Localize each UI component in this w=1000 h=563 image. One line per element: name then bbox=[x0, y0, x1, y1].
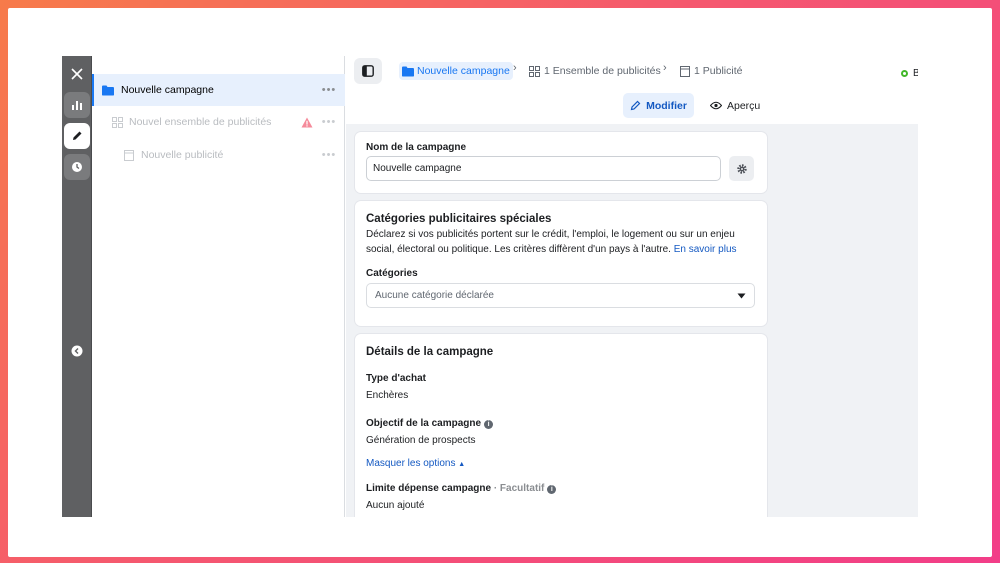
folder-icon bbox=[402, 66, 414, 76]
tree-item-label: Nouvelle publicité bbox=[141, 149, 224, 161]
more-options-icon[interactable]: ••• bbox=[319, 84, 339, 96]
tree-item-campaign[interactable]: Nouvelle campagne ••• bbox=[92, 74, 345, 106]
objective-value: Génération de prospects bbox=[366, 435, 476, 446]
ad-page-icon bbox=[124, 149, 134, 161]
close-icon bbox=[71, 68, 83, 80]
warning-icon bbox=[301, 117, 313, 127]
hide-options-link[interactable]: Masquer les options ▲ bbox=[366, 458, 465, 469]
tree-item-adset[interactable]: Nouvel ensemble de publicités ••• bbox=[92, 106, 345, 138]
eye-icon bbox=[710, 101, 722, 110]
caret-down-icon bbox=[737, 293, 746, 298]
spend-limit-label: Limite dépense campagne · Facultatif i bbox=[366, 483, 557, 494]
breadcrumb-adset-label: 1 Ensemble de publicités bbox=[544, 65, 661, 77]
learn-more-link[interactable]: En savoir plus bbox=[674, 244, 737, 255]
reports-button[interactable] bbox=[64, 92, 90, 118]
optional-tag: · Facultatif bbox=[493, 483, 545, 494]
special-categories-description: Déclarez si vos publicités portent sur l… bbox=[366, 227, 756, 257]
status-initial: B bbox=[913, 68, 918, 79]
campaign-name-label: Nom de la campagne bbox=[366, 142, 467, 153]
chevron-right-icon: › bbox=[663, 62, 667, 74]
main-editor: Nouvelle campagne › 1 Ensemble de public… bbox=[346, 56, 918, 517]
buying-type-value: Enchères bbox=[366, 390, 409, 401]
preview-button[interactable]: Aperçu bbox=[704, 93, 766, 118]
special-categories-card: Catégories publicitaires spéciales Décla… bbox=[355, 201, 767, 326]
history-button[interactable] bbox=[64, 154, 90, 180]
breadcrumb-campaign[interactable]: Nouvelle campagne bbox=[399, 62, 513, 80]
objective-label-text: Objectif de la campagne bbox=[366, 418, 482, 429]
buying-type-label: Type d'achat bbox=[366, 373, 426, 384]
objective-label: Objectif de la campagne i bbox=[366, 418, 494, 429]
folder-icon bbox=[102, 85, 114, 95]
pencil-icon bbox=[630, 100, 641, 111]
campaign-name-card: Nom de la campagne bbox=[355, 132, 767, 193]
adset-grid-icon bbox=[529, 65, 540, 77]
categories-label: Catégories bbox=[366, 268, 418, 279]
spend-limit-label-text: Limite dépense campagne bbox=[366, 483, 492, 494]
editor-content: Nom de la campagne Catégories publicitai… bbox=[346, 124, 918, 517]
caret-up-icon: ▲ bbox=[458, 461, 466, 468]
sidebar-toggle-icon bbox=[362, 65, 374, 77]
breadcrumb-ad-label: 1 Publicité bbox=[694, 65, 743, 77]
editor-topbar: Nouvelle campagne › 1 Ensemble de public… bbox=[346, 56, 918, 118]
collapse-rail-button[interactable] bbox=[64, 338, 90, 364]
preview-button-label: Aperçu bbox=[727, 99, 761, 112]
ads-manager-editor: Nouvelle campagne ••• Nouvel ensemble de… bbox=[62, 56, 918, 517]
toggle-panel-button[interactable] bbox=[354, 58, 382, 84]
status-ring-icon bbox=[901, 70, 908, 77]
campaign-tree: Nouvelle campagne ••• Nouvel ensemble de… bbox=[92, 56, 345, 517]
chevron-left-icon bbox=[71, 345, 83, 357]
edit-button[interactable]: Modifier bbox=[623, 93, 694, 118]
screenshot-frame: Nouvelle campagne ••• Nouvel ensemble de… bbox=[8, 8, 992, 557]
info-icon[interactable]: i bbox=[484, 420, 494, 429]
campaign-details-title: Détails de la campagne bbox=[366, 346, 494, 358]
pencil-icon bbox=[73, 131, 82, 140]
breadcrumb-adset[interactable]: 1 Ensemble de publicités bbox=[529, 62, 661, 80]
hide-options-label: Masquer les options bbox=[366, 458, 456, 469]
campaign-name-input[interactable] bbox=[366, 156, 721, 181]
edit-button-label: Modifier bbox=[646, 99, 687, 112]
gear-icon bbox=[736, 163, 747, 174]
campaign-name-settings-button[interactable] bbox=[729, 156, 754, 181]
more-options-icon[interactable]: ••• bbox=[319, 149, 339, 161]
info-icon[interactable]: i bbox=[547, 485, 557, 494]
categories-select-value: Aucune catégorie déclarée bbox=[375, 290, 494, 301]
tree-item-label: Nouvelle campagne bbox=[121, 84, 214, 96]
status-indicator: B bbox=[901, 68, 918, 79]
breadcrumb-ad[interactable]: 1 Publicité bbox=[680, 62, 742, 80]
categories-select[interactable]: Aucune catégorie déclarée bbox=[366, 283, 755, 308]
clock-icon bbox=[72, 162, 82, 172]
left-rail bbox=[62, 56, 92, 517]
more-options-icon[interactable]: ••• bbox=[319, 116, 339, 128]
tree-item-ad[interactable]: Nouvelle publicité ••• bbox=[92, 139, 345, 171]
close-button[interactable] bbox=[64, 61, 90, 87]
bar-chart-icon bbox=[72, 101, 82, 110]
breadcrumb-campaign-label: Nouvelle campagne bbox=[417, 65, 510, 77]
spend-limit-value: Aucun ajouté bbox=[366, 500, 425, 511]
campaign-details-card: Détails de la campagne Type d'achat Ench… bbox=[355, 334, 767, 517]
tree-item-label: Nouvel ensemble de publicités bbox=[129, 116, 272, 128]
chevron-right-icon: › bbox=[513, 62, 517, 74]
edit-mode-button[interactable] bbox=[64, 123, 90, 149]
adset-grid-icon bbox=[112, 116, 123, 128]
special-categories-title: Catégories publicitaires spéciales bbox=[366, 213, 552, 225]
ad-page-icon bbox=[680, 65, 690, 77]
